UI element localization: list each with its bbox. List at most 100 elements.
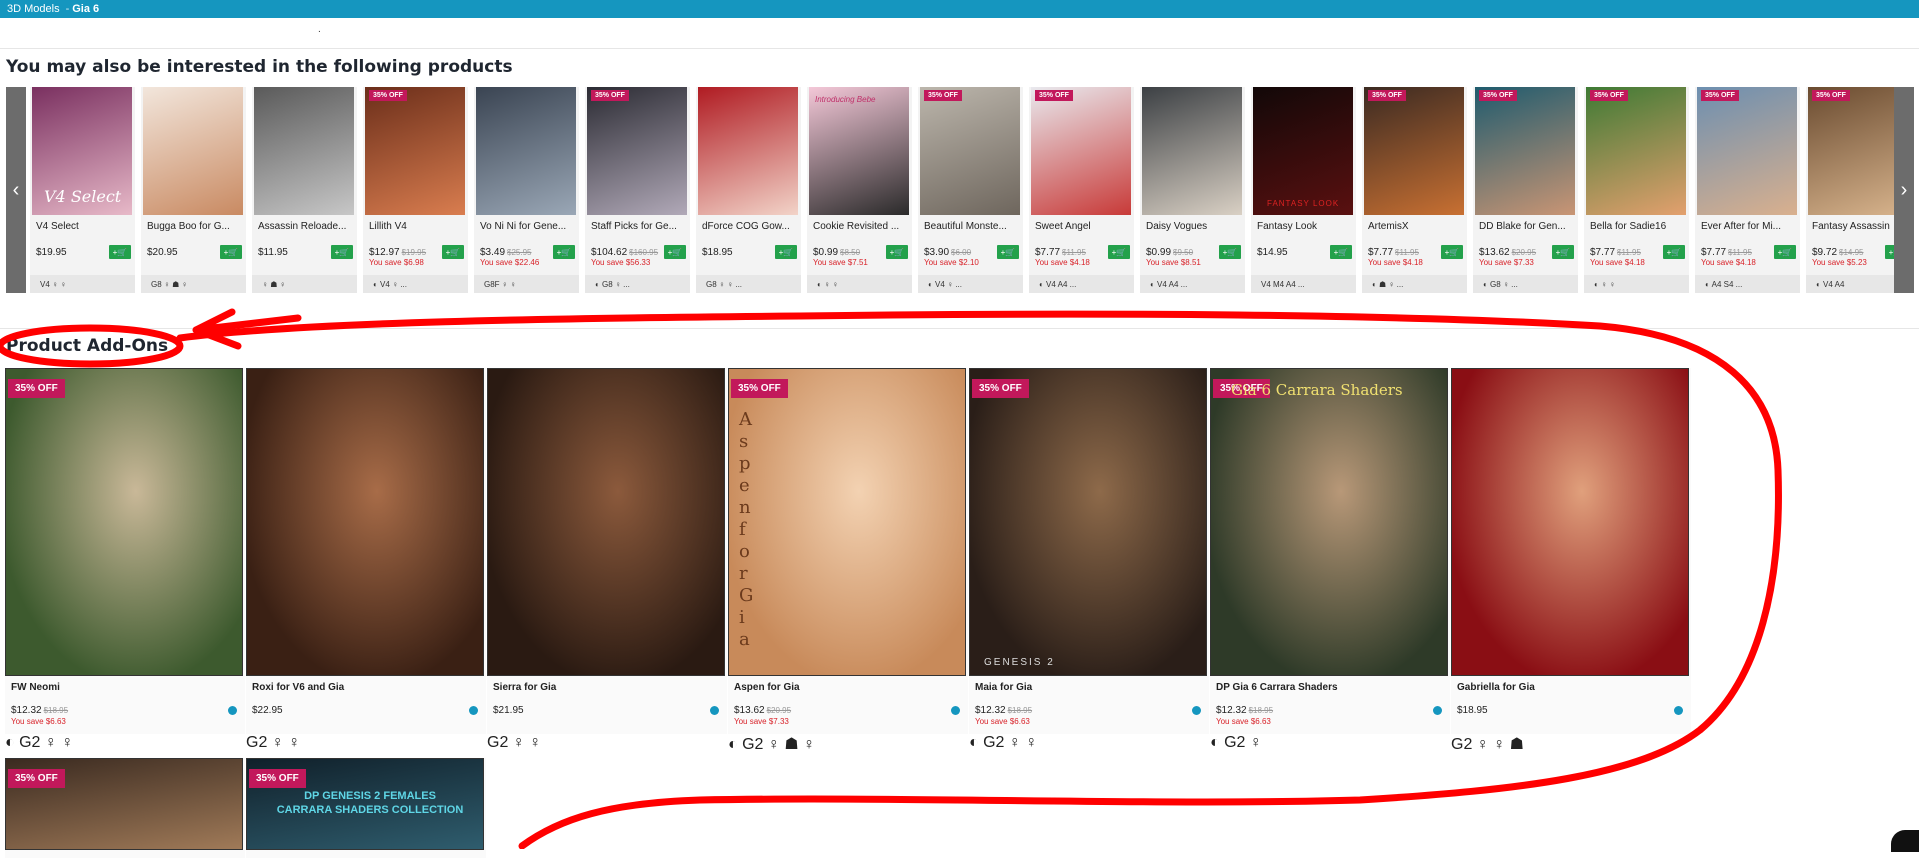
- carousel-next-button[interactable]: ›: [1894, 87, 1914, 293]
- carousel-product-card[interactable]: Vo Ni Ni for Gene... $3.49 $25.95 You save …: [474, 87, 579, 293]
- product-name-link[interactable]: Lillith V4: [369, 221, 464, 232]
- product-thumbnail[interactable]: [698, 87, 798, 215]
- breadcrumb-parent-link[interactable]: 3D Models: [7, 3, 60, 15]
- product-thumbnail[interactable]: 35% OFF: [1364, 87, 1464, 215]
- addon-thumbnail[interactable]: 35% OFF DP GENESIS 2 FEMALES CARRARA SHAD…: [246, 758, 484, 850]
- product-name-link[interactable]: Cookie Revisited ...: [813, 221, 908, 232]
- add-to-cart-button[interactable]: +🛒: [1774, 245, 1796, 259]
- carousel-product-card[interactable]: V4 Select V4 Select $19.95 +🛒 V4 ♀ ♀: [30, 87, 135, 293]
- product-name-link[interactable]: Fantasy Assassin: [1812, 221, 1894, 232]
- add-to-cart-button[interactable]: +🛒: [1108, 245, 1130, 259]
- carousel-product-card[interactable]: 35% OFF Beautiful Monste... $3.90 $6.00 You …: [918, 87, 1023, 293]
- addon-name-link[interactable]: Aspen for Gia: [734, 682, 800, 693]
- addon-thumbnail[interactable]: 35% OFF Aspen for Gia: [728, 368, 966, 676]
- add-to-cart-button[interactable]: +🛒: [1330, 245, 1352, 259]
- product-name-link[interactable]: Fantasy Look: [1257, 221, 1352, 232]
- add-to-cart-button[interactable]: +🛒: [442, 245, 464, 259]
- add-to-cart-button[interactable]: +🛒: [109, 245, 131, 259]
- addon-product-card[interactable]: Gabriella for Gia $18.95: [1451, 368, 1691, 734]
- addon-product-card[interactable]: 35% OFF DP GENESIS 2 FEMALES CARRARA SHAD…: [246, 758, 486, 858]
- product-thumbnail[interactable]: 35% OFF: [365, 87, 465, 215]
- carousel-product-card[interactable]: 35% OFF Sweet Angel $7.77 $11.95 You save $4…: [1029, 87, 1134, 293]
- addon-product-card[interactable]: Roxi for V6 and Gia $22.95: [246, 368, 486, 734]
- carousel-product-card[interactable]: dForce COG Gow... $18.95 +🛒 G8 ♀ ♀ ...: [696, 87, 801, 293]
- product-name-link[interactable]: Staff Picks for Ge...: [591, 221, 686, 232]
- addon-name-link[interactable]: Maia for Gia: [975, 682, 1032, 693]
- carousel-product-card[interactable]: 35% OFF Lillith V4 $12.97 $19.95 You save $6…: [363, 87, 468, 293]
- addon-product-card[interactable]: 35% OFF Gia 6 Carrara Shaders DP Gia 6 Car…: [1210, 368, 1450, 734]
- addon-name-link[interactable]: Sierra for Gia: [493, 682, 556, 693]
- addon-name-link[interactable]: Gabriella for Gia: [1457, 682, 1535, 693]
- download-icon[interactable]: [469, 706, 478, 715]
- product-name-link[interactable]: Assassin Reloade...: [258, 221, 353, 232]
- addon-product-card[interactable]: Sierra for Gia $21.95: [487, 368, 727, 734]
- product-name-link[interactable]: Bella for Sadie16: [1590, 221, 1685, 232]
- product-thumbnail[interactable]: [476, 87, 576, 215]
- carousel-product-card[interactable]: Daisy Vogues $0.99 $9.50 You save $8.51 +🛒 ◐ …: [1140, 87, 1245, 293]
- product-name-link[interactable]: dForce COG Gow...: [702, 221, 797, 232]
- carousel-product-card[interactable]: 35% OFF Ever After for Mi... $7.77 $11.95 Yo…: [1695, 87, 1800, 293]
- add-to-cart-button[interactable]: +🛒: [1219, 245, 1241, 259]
- addon-thumbnail[interactable]: 35% OFF Gia 6 Carrara Shaders: [1210, 368, 1448, 676]
- product-thumbnail[interactable]: 35% OFF: [587, 87, 687, 215]
- product-name-link[interactable]: Daisy Vogues: [1146, 221, 1241, 232]
- carousel-prev-button[interactable]: ‹: [6, 87, 26, 293]
- product-thumbnail[interactable]: FANTASY LOOK: [1253, 87, 1353, 215]
- addon-thumbnail[interactable]: [246, 368, 484, 676]
- addon-product-card[interactable]: 35% OFF GENESIS 2 Maia for Gia $12.32 $18.95…: [969, 368, 1209, 734]
- download-icon[interactable]: [951, 706, 960, 715]
- addon-thumbnail[interactable]: 35% OFF: [5, 368, 243, 676]
- product-name-link[interactable]: Bugga Boo for G...: [147, 221, 242, 232]
- carousel-product-card[interactable]: FANTASY LOOK Fantasy Look $14.95 +🛒 V4 M4 A4…: [1251, 87, 1356, 293]
- download-icon[interactable]: [1192, 706, 1201, 715]
- product-name-link[interactable]: ArtemisX: [1368, 221, 1463, 232]
- product-name-link[interactable]: Ever After for Mi...: [1701, 221, 1796, 232]
- carousel-product-card[interactable]: 35% OFF ArtemisX $7.77 $11.95 You save $4.18…: [1362, 87, 1467, 293]
- product-name-link[interactable]: Sweet Angel: [1035, 221, 1130, 232]
- add-to-cart-button[interactable]: +🛒: [331, 245, 353, 259]
- add-to-cart-button[interactable]: +🛒: [886, 245, 908, 259]
- addon-thumbnail[interactable]: [1451, 368, 1689, 676]
- download-icon[interactable]: [710, 706, 719, 715]
- carousel-product-card[interactable]: 35% OFF Fantasy Assassin $9.72 $14.95 You sa…: [1806, 87, 1894, 293]
- add-to-cart-button[interactable]: +🛒: [1885, 245, 1894, 259]
- addon-name-link[interactable]: DP Gia 6 Carrara Shaders: [1216, 682, 1338, 693]
- carousel-product-card[interactable]: 35% OFF Staff Picks for Ge... $104.62 $160.…: [585, 87, 690, 293]
- download-icon[interactable]: [1674, 706, 1683, 715]
- add-to-cart-button[interactable]: +🛒: [775, 245, 797, 259]
- add-to-cart-button[interactable]: +🛒: [664, 245, 686, 259]
- carousel-product-card[interactable]: Introducing Bebe Cookie Revisited ... $0.9…: [807, 87, 912, 293]
- product-name-link[interactable]: Beautiful Monste...: [924, 221, 1019, 232]
- addon-product-card[interactable]: 35% OFF Aspen for Gia Aspen for Gia $13.62 $…: [728, 368, 968, 734]
- carousel-product-card[interactable]: Assassin Reloade... $11.95 +🛒 ♀ ☗ ♀: [252, 87, 357, 293]
- addon-product-card[interactable]: 35% OFF FW Neomi $12.32 $18.95 You save $6.6…: [5, 368, 245, 734]
- download-icon[interactable]: [1433, 706, 1442, 715]
- addon-thumbnail[interactable]: 35% OFF GENESIS 2: [969, 368, 1207, 676]
- add-to-cart-button[interactable]: +🛒: [997, 245, 1019, 259]
- product-thumbnail[interactable]: 35% OFF: [1697, 87, 1797, 215]
- addon-thumbnail[interactable]: [487, 368, 725, 676]
- product-thumbnail[interactable]: V4 Select: [32, 87, 132, 215]
- product-thumbnail[interactable]: Introducing Bebe: [809, 87, 909, 215]
- product-thumbnail[interactable]: 35% OFF: [1586, 87, 1686, 215]
- download-icon[interactable]: [228, 706, 237, 715]
- addon-product-card[interactable]: 35% OFF: [5, 758, 245, 858]
- add-to-cart-button[interactable]: +🛒: [1552, 245, 1574, 259]
- product-thumbnail[interactable]: [1142, 87, 1242, 215]
- add-to-cart-button[interactable]: +🛒: [1441, 245, 1463, 259]
- product-name-link[interactable]: DD Blake for Gen...: [1479, 221, 1574, 232]
- add-to-cart-button[interactable]: +🛒: [553, 245, 575, 259]
- addon-thumbnail[interactable]: 35% OFF: [5, 758, 243, 850]
- product-thumbnail[interactable]: 35% OFF: [1475, 87, 1575, 215]
- product-thumbnail[interactable]: [254, 87, 354, 215]
- add-to-cart-button[interactable]: +🛒: [220, 245, 242, 259]
- carousel-product-card[interactable]: 35% OFF DD Blake for Gen... $13.62 $20.95 Yo…: [1473, 87, 1578, 293]
- addon-name-link[interactable]: Roxi for V6 and Gia: [252, 682, 344, 693]
- product-thumbnail[interactable]: 35% OFF: [920, 87, 1020, 215]
- addon-name-link[interactable]: FW Neomi: [11, 682, 60, 693]
- carousel-product-card[interactable]: Bugga Boo for G... $20.95 +🛒 G8 ♀ ☗ ♀: [141, 87, 246, 293]
- add-to-cart-button[interactable]: +🛒: [1663, 245, 1685, 259]
- product-name-link[interactable]: Vo Ni Ni for Gene...: [480, 221, 575, 232]
- carousel-product-card[interactable]: 35% OFF Bella for Sadie16 $7.77 $11.95 You s…: [1584, 87, 1689, 293]
- product-thumbnail[interactable]: 35% OFF: [1808, 87, 1894, 215]
